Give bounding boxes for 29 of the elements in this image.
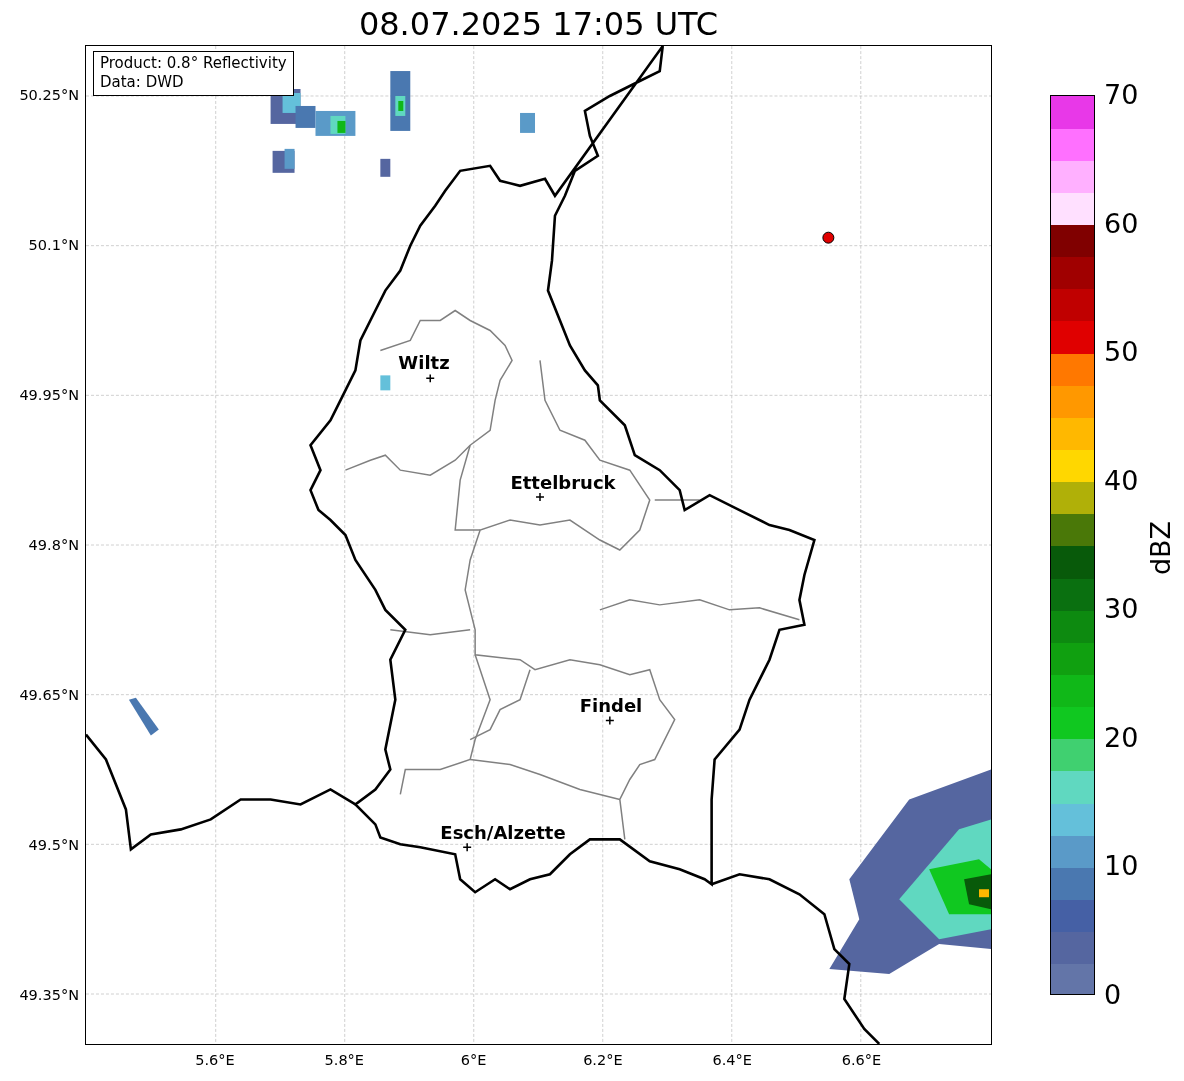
colorbar-tick-label: 60 (1104, 208, 1139, 239)
info-text: Product: 0.8° Reflectivity (100, 54, 287, 73)
colorbar-tick-label: 70 (1104, 80, 1139, 110)
colorbar-tick-label: 0 (1104, 980, 1122, 1010)
city-label: Esch/Alzette (440, 821, 566, 843)
colorbar-tick-label: 20 (1104, 722, 1139, 753)
axis-tick-label: 6.4°E (712, 1052, 752, 1068)
city-label: Findel (579, 694, 643, 716)
info-text: Data: DWD (100, 73, 185, 92)
axis-tick-label: 49.35°N (19, 987, 79, 1003)
axis-tick-label: 50.25°N (19, 87, 79, 103)
axis-tick-label: 49.65°N (19, 687, 79, 703)
axis-tick-label: 49.8°N (28, 537, 79, 553)
axis-tick-label: 6°E (460, 1052, 487, 1068)
chart-title: 08.07.2025 17:05 UTC (357, 4, 720, 44)
city-label: Wiltz (398, 351, 450, 373)
colorbar-tick-label: 40 (1104, 465, 1139, 496)
colorbar-tick-label: 50 (1104, 337, 1139, 368)
axis-tick-label: 49.5°N (28, 837, 79, 853)
colorbar-label: dBZ (1144, 520, 1176, 576)
city-label: Ettelbruck (510, 471, 616, 493)
colorbar-tick-label: 10 (1104, 851, 1139, 882)
axis-tick-label: 5.8°E (324, 1052, 365, 1068)
axis-tick-label: 6.6°E (841, 1052, 882, 1068)
axis-tick-label: 50.1°N (28, 237, 79, 253)
colorbar-tick-label: 30 (1104, 594, 1139, 625)
axis-tick-label: 49.95°N (19, 387, 79, 403)
axis-tick-label: 6.2°E (583, 1052, 623, 1068)
axis-tick-label: 5.6°E (195, 1052, 235, 1068)
